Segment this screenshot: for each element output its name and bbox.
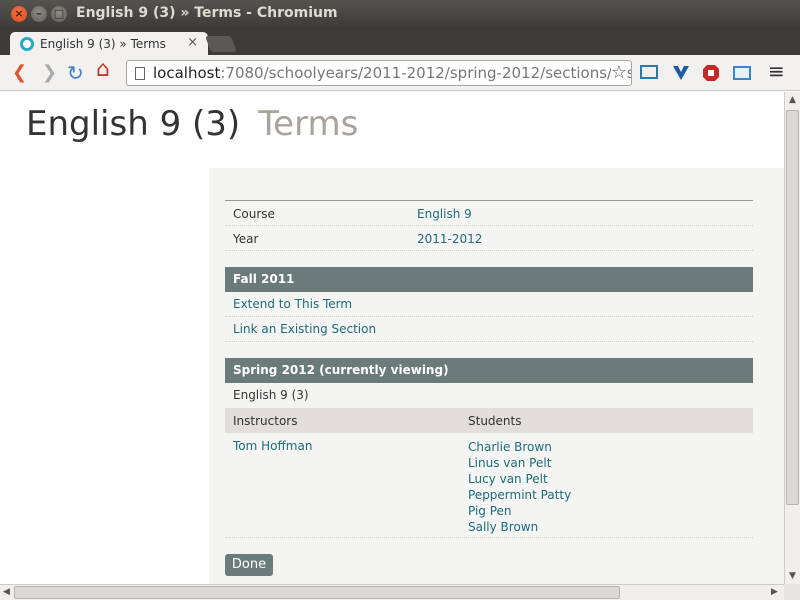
url-host: localhost bbox=[153, 64, 221, 82]
scroll-right-icon[interactable]: ▶ bbox=[771, 587, 778, 597]
home-icon[interactable]: ⌂ bbox=[96, 59, 110, 81]
people-column-headers: Instructors Students bbox=[225, 408, 753, 433]
spring-section: Spring 2012 (currently viewing) English … bbox=[225, 358, 753, 538]
student-link[interactable]: Peppermint Patty bbox=[468, 487, 571, 503]
page-icon bbox=[135, 67, 145, 80]
students-list: Charlie Brown Linus van Pelt Lucy van Pe… bbox=[468, 439, 571, 535]
page-subtitle: Terms bbox=[258, 104, 359, 144]
browser-toolbar: ❮ ❯ ↻ ⌂ localhost:7080/schoolyears/2011-… bbox=[0, 55, 800, 91]
instructors-header: Instructors bbox=[233, 414, 298, 428]
scroll-down-icon[interactable]: ▼ bbox=[789, 571, 796, 581]
student-link[interactable]: Linus van Pelt bbox=[468, 455, 571, 471]
instructor-link[interactable]: Tom Hoffman bbox=[233, 439, 312, 453]
circle-logo-icon bbox=[20, 37, 34, 51]
extend-term-link[interactable]: Extend to This Term bbox=[225, 292, 753, 317]
bookmark-star-icon[interactable]: ☆ bbox=[610, 61, 627, 85]
info-label: Year bbox=[233, 232, 259, 246]
vertical-scrollbar[interactable]: ▲ ▼ bbox=[784, 92, 800, 584]
horizontal-scroll-thumb[interactable] bbox=[14, 586, 620, 599]
new-tab-button[interactable] bbox=[205, 36, 237, 52]
cast-icon[interactable] bbox=[640, 65, 658, 79]
reload-icon[interactable]: ↻ bbox=[67, 63, 84, 83]
horizontal-scrollbar[interactable]: ◀ ▶ bbox=[0, 584, 784, 600]
tab-title: English 9 (3) » Terms bbox=[40, 37, 166, 51]
window-maximize-button[interactable]: □ bbox=[51, 6, 67, 22]
scroll-left-icon[interactable]: ◀ bbox=[3, 587, 10, 597]
main-content: Course English 9 Year 2011-2012 Fall 201… bbox=[209, 168, 784, 584]
people-row: Tom Hoffman Charlie Brown Linus van Pelt… bbox=[225, 433, 753, 538]
page-viewport: English 9 (3) Terms Course English 9 Year… bbox=[0, 92, 784, 584]
course-title: English 9 (3) bbox=[26, 104, 241, 144]
fall-section-header: Fall 2011 bbox=[225, 267, 753, 292]
tab-strip: English 9 (3) » Terms × bbox=[0, 28, 800, 56]
student-link[interactable]: Pig Pen bbox=[468, 503, 571, 519]
window-extension-icon[interactable] bbox=[733, 66, 751, 80]
info-row-course: Course English 9 bbox=[225, 201, 753, 226]
vimium-icon[interactable] bbox=[672, 64, 690, 82]
scrollbar-corner bbox=[784, 584, 800, 600]
window-titlebar: × – □ English 9 (3) » Terms - Chromium bbox=[0, 0, 800, 28]
window-title: English 9 (3) » Terms - Chromium bbox=[76, 5, 338, 21]
info-table: Course English 9 Year 2011-2012 bbox=[225, 200, 753, 251]
menu-icon[interactable]: ≡ bbox=[768, 61, 785, 81]
students-header: Students bbox=[468, 414, 522, 428]
stop-icon[interactable] bbox=[702, 64, 720, 82]
url-path: :7080/schoolyears/2011-2012/spring-2012/… bbox=[220, 64, 632, 82]
done-button[interactable]: Done bbox=[225, 554, 273, 576]
address-bar[interactable]: localhost:7080/schoolyears/2011-2012/spr… bbox=[126, 60, 632, 86]
scroll-up-icon[interactable]: ▲ bbox=[789, 95, 796, 105]
year-link[interactable]: 2011-2012 bbox=[417, 232, 482, 246]
window-minimize-button[interactable]: – bbox=[31, 6, 47, 22]
window-close-button[interactable]: × bbox=[11, 6, 27, 22]
section-name: English 9 (3) bbox=[233, 388, 309, 402]
tab-close-icon[interactable]: × bbox=[187, 35, 198, 50]
student-link[interactable]: Charlie Brown bbox=[468, 439, 571, 455]
info-row-year: Year 2011-2012 bbox=[225, 226, 753, 251]
page-title: English 9 (3) Terms bbox=[26, 104, 358, 144]
fall-section: Fall 2011 Extend to This Term Link an Ex… bbox=[225, 267, 753, 342]
info-label: Course bbox=[233, 207, 275, 221]
forward-icon[interactable]: ❯ bbox=[42, 63, 57, 83]
tab-active[interactable]: English 9 (3) » Terms × bbox=[10, 32, 208, 56]
student-link[interactable]: Sally Brown bbox=[468, 519, 571, 535]
spring-section-header: Spring 2012 (currently viewing) bbox=[225, 358, 753, 383]
link-existing-section-link[interactable]: Link an Existing Section bbox=[225, 317, 753, 342]
vertical-scroll-thumb[interactable] bbox=[786, 110, 799, 505]
student-link[interactable]: Lucy van Pelt bbox=[468, 471, 571, 487]
back-icon[interactable]: ❮ bbox=[12, 63, 27, 83]
course-link[interactable]: English 9 bbox=[417, 207, 472, 221]
